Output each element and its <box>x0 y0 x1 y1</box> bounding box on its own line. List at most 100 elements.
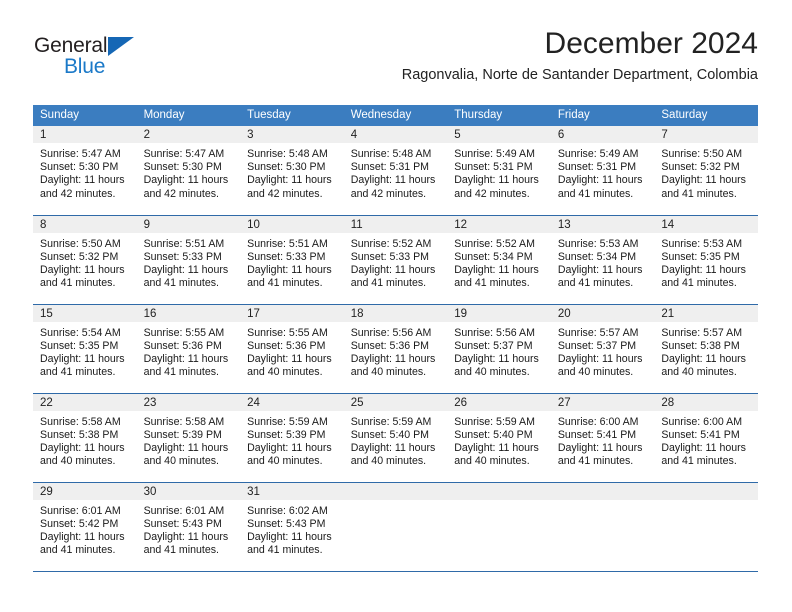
sunset-text: Sunset: 5:31 PM <box>454 161 533 174</box>
calendar-day-cell[interactable]: 15 Sunrise: 5:54 AM Sunset: 5:35 PM Dayligh… <box>33 304 137 394</box>
daylight-text: Daylight: 11 hours and 41 minutes. <box>143 352 229 379</box>
day-number: 19 <box>447 304 551 322</box>
calendar-day-cell[interactable]: 31 Sunrise: 6:02 AM Sunset: 5:43 PM Dayligh… <box>240 482 344 572</box>
calendar-day-cell[interactable]: 17 Sunrise: 5:55 AM Sunset: 5:36 PM Dayligh… <box>240 304 344 394</box>
sunrise-text: Sunrise: 5:53 AM <box>557 237 639 250</box>
daylight-text: Daylight: 11 hours and 41 minutes. <box>661 174 746 200</box>
day-number: 4 <box>343 126 448 143</box>
sunset-text: Sunset: 5:35 PM <box>40 339 119 352</box>
weekday-header-monday: Monday <box>136 105 241 126</box>
calendar-day-cell[interactable]: 22 Sunrise: 5:58 AM Sunset: 5:38 PM Dayligh… <box>33 393 137 483</box>
calendar-day-cell[interactable]: 29 Sunrise: 6:01 AM Sunset: 5:42 PM Dayligh… <box>33 482 137 572</box>
calendar-day-cell[interactable]: 10 Sunrise: 5:51 AM Sunset: 5:33 PM Dayligh… <box>240 215 344 305</box>
daylight-text: Daylight: 11 hours and 41 minutes. <box>40 263 125 290</box>
sunset-text: Sunset: 5:37 PM <box>454 339 533 352</box>
daylight-text: Daylight: 11 hours and 41 minutes. <box>247 263 332 290</box>
calendar-day-cell[interactable]: 27 Sunrise: 6:00 AM Sunset: 5:41 PM Dayligh… <box>550 393 655 483</box>
daylight-text: Daylight: 11 hours and 41 minutes. <box>143 263 229 290</box>
sunset-text: Sunset: 5:31 PM <box>350 161 430 174</box>
day-number: 22 <box>33 393 137 411</box>
calendar-day-cell[interactable]: 28 Sunrise: 6:00 AM Sunset: 5:41 PM Dayligh… <box>654 393 758 483</box>
day-number: 28 <box>654 393 758 411</box>
sunrise-text: Sunrise: 6:02 AM <box>247 504 328 517</box>
daylight-text: Daylight: 11 hours and 40 minutes. <box>557 352 643 379</box>
calendar-day-cell[interactable]: 14 Sunrise: 5:53 AM Sunset: 5:35 PM Dayligh… <box>654 215 758 305</box>
calendar-day-cell[interactable]: 21 Sunrise: 5:57 AM Sunset: 5:38 PM Dayligh… <box>654 304 758 394</box>
title-block: December 2024 Ragonvalia, Norte de Santa… <box>402 26 758 85</box>
calendar-day-cell[interactable]: 2 Sunrise: 5:47 AM Sunset: 5:30 PM Daylight… <box>136 126 241 216</box>
sunrise-text: Sunrise: 5:51 AM <box>247 237 328 250</box>
sunset-text: Sunset: 5:37 PM <box>557 339 637 352</box>
day-number: 15 <box>33 304 137 322</box>
sunrise-text: Sunrise: 6:01 AM <box>40 504 121 517</box>
sunrise-text: Sunrise: 5:54 AM <box>40 326 121 339</box>
calendar-day-cell[interactable]: 13 Sunrise: 5:53 AM Sunset: 5:34 PM Dayligh… <box>550 215 655 305</box>
calendar-day-cell[interactable]: 24 Sunrise: 5:59 AM Sunset: 5:39 PM Dayligh… <box>240 393 344 483</box>
calendar-page: General Blue December 2024 Ragonvalia, N… <box>0 0 792 612</box>
sunrise-text: Sunrise: 5:47 AM <box>143 148 225 160</box>
daylight-text: Daylight: 11 hours and 42 minutes. <box>454 174 539 200</box>
weekday-header-sunday: Sunday <box>33 105 137 126</box>
page-header: General Blue December 2024 Ragonvalia, N… <box>0 0 792 100</box>
sunrise-text: Sunrise: 6:00 AM <box>661 415 743 428</box>
calendar-day-cell[interactable]: 9 Sunrise: 5:51 AM Sunset: 5:33 PM Daylight… <box>136 215 241 305</box>
sunset-text: Sunset: 5:39 PM <box>143 428 222 441</box>
calendar-day-cell[interactable]: 1 Sunrise: 5:47 AM Sunset: 5:30 PM Daylight… <box>33 126 137 216</box>
daylight-text: Daylight: 11 hours and 40 minutes. <box>247 441 332 468</box>
calendar-day-cell[interactable]: 11 Sunrise: 5:52 AM Sunset: 5:33 PM Dayligh… <box>343 215 448 305</box>
sunrise-text: Sunrise: 5:55 AM <box>247 326 328 339</box>
sunset-text: Sunset: 5:33 PM <box>350 250 430 263</box>
calendar-day-cell[interactable]: 7 Sunrise: 5:50 AM Sunset: 5:32 PM Daylight… <box>654 126 758 216</box>
calendar-day-cell[interactable]: 23 Sunrise: 5:58 AM Sunset: 5:39 PM Dayligh… <box>136 393 241 483</box>
day-number: 27 <box>550 393 655 411</box>
daylight-text: Daylight: 11 hours and 40 minutes. <box>661 352 746 379</box>
calendar-day-cell[interactable]: 19 Sunrise: 5:56 AM Sunset: 5:37 PM Dayligh… <box>447 304 551 394</box>
logo-text-general: General <box>34 34 108 57</box>
calendar-day-cell[interactable]: 5 Sunrise: 5:49 AM Sunset: 5:31 PM Daylight… <box>447 126 551 216</box>
sunset-text: Sunset: 5:43 PM <box>247 517 326 530</box>
page-title: December 2024 <box>544 27 758 60</box>
day-number: 25 <box>343 393 448 411</box>
calendar-table: Sunday Monday Tuesday Wednesday Thursday… <box>33 105 758 572</box>
weekday-header-saturday: Saturday <box>654 105 758 126</box>
sunset-text: Sunset: 5:36 PM <box>143 339 222 352</box>
calendar-day-cell[interactable]: 26 Sunrise: 5:59 AM Sunset: 5:40 PM Dayligh… <box>447 393 551 483</box>
day-number <box>550 482 655 500</box>
day-number: 20 <box>550 304 655 322</box>
day-number: 21 <box>654 304 758 322</box>
day-number: 12 <box>447 215 551 233</box>
daylight-text: Daylight: 11 hours and 41 minutes. <box>661 441 746 468</box>
day-number: 31 <box>240 482 344 500</box>
day-number: 29 <box>33 482 137 500</box>
calendar-day-cell[interactable]: 16 Sunrise: 5:55 AM Sunset: 5:36 PM Dayligh… <box>136 304 241 394</box>
calendar-day-cell[interactable]: 4 Sunrise: 5:48 AM Sunset: 5:31 PM Daylight… <box>343 126 448 216</box>
sunrise-text: Sunrise: 5:57 AM <box>557 326 639 339</box>
day-number: 26 <box>447 393 551 411</box>
sunset-text: Sunset: 5:32 PM <box>661 161 740 174</box>
calendar-day-cell[interactable]: 8 Sunrise: 5:50 AM Sunset: 5:32 PM Daylight… <box>33 215 137 305</box>
calendar-day-cell-empty <box>447 482 551 572</box>
sunset-text: Sunset: 5:36 PM <box>350 339 430 352</box>
calendar-day-cell[interactable]: 20 Sunrise: 5:57 AM Sunset: 5:37 PM Dayligh… <box>550 304 655 394</box>
day-number <box>447 482 551 500</box>
day-number: 3 <box>240 126 344 143</box>
sunrise-text: Sunrise: 5:52 AM <box>454 237 535 250</box>
calendar-week-row: 15 Sunrise: 5:54 AM Sunset: 5:35 PM Dayligh… <box>33 304 758 394</box>
calendar-day-cell[interactable]: 30 Sunrise: 6:01 AM Sunset: 5:43 PM Dayligh… <box>136 482 241 572</box>
calendar-day-cell[interactable]: 25 Sunrise: 5:59 AM Sunset: 5:40 PM Dayligh… <box>343 393 448 483</box>
sunset-text: Sunset: 5:34 PM <box>454 250 533 263</box>
day-number: 30 <box>136 482 241 500</box>
calendar-day-cell[interactable]: 12 Sunrise: 5:52 AM Sunset: 5:34 PM Dayligh… <box>447 215 551 305</box>
sunrise-text: Sunrise: 5:59 AM <box>247 415 328 428</box>
daylight-text: Daylight: 11 hours and 40 minutes. <box>454 352 539 379</box>
sunrise-text: Sunrise: 5:48 AM <box>350 148 432 160</box>
calendar-day-cell[interactable]: 3 Sunrise: 5:48 AM Sunset: 5:30 PM Daylight… <box>240 126 344 216</box>
calendar-week-row: 22 Sunrise: 5:58 AM Sunset: 5:38 PM Dayligh… <box>33 393 758 483</box>
daylight-text: Daylight: 11 hours and 41 minutes. <box>557 441 643 468</box>
daylight-text: Daylight: 11 hours and 42 minutes. <box>350 174 436 200</box>
page-subtitle: Ragonvalia, Norte de Santander Departmen… <box>401 67 758 83</box>
calendar-day-cell[interactable]: 6 Sunrise: 5:49 AM Sunset: 5:31 PM Daylight… <box>550 126 655 216</box>
calendar-day-cell[interactable]: 18 Sunrise: 5:56 AM Sunset: 5:36 PM Dayligh… <box>343 304 448 394</box>
sunrise-text: Sunrise: 5:59 AM <box>454 415 535 428</box>
weekday-header-wednesday: Wednesday <box>343 105 448 126</box>
